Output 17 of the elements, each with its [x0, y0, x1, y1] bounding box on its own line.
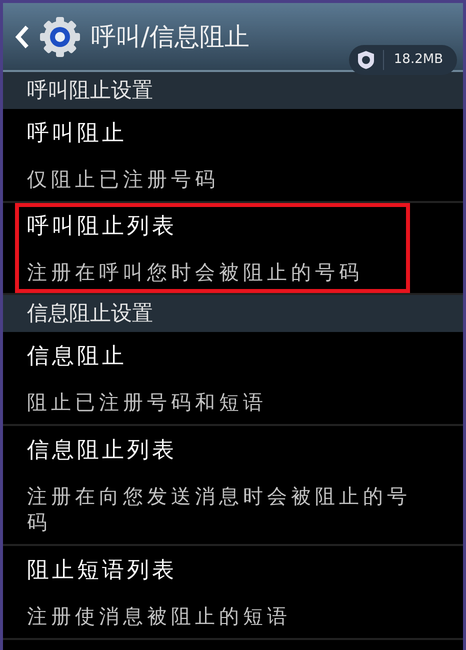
- setting-summary: 注册使消息被阻止的短语: [27, 603, 292, 629]
- setting-summary: 注册在呼叫您时会被阻止的号码: [27, 260, 363, 284]
- back-icon[interactable]: [15, 24, 29, 48]
- gear-icon: [39, 16, 81, 58]
- setting-summary: 注册在向您发送消息时会被阻止的号码: [27, 483, 412, 535]
- setting-title[interactable]: 呼叫阻止列表: [27, 214, 177, 239]
- setting-summary: 阻止已注册号码和短语: [27, 389, 268, 415]
- setting-title[interactable]: 阻止短语列表: [27, 555, 423, 587]
- setting-title[interactable]: 信息阻止: [27, 341, 423, 373]
- screen-title: 呼叫/信息阻止: [91, 20, 250, 53]
- setting-title[interactable]: 信息阻止列表: [27, 435, 423, 467]
- memory-text: 18.2MB: [382, 50, 443, 70]
- setting-summary: 仅阻止已注册号码: [27, 166, 220, 192]
- section-header: 呼叫阻止设置: [3, 72, 463, 109]
- shield-icon: [356, 50, 375, 70]
- setting-title[interactable]: 呼叫阻止: [27, 118, 423, 150]
- section-header: 信息阻止设置: [3, 295, 463, 332]
